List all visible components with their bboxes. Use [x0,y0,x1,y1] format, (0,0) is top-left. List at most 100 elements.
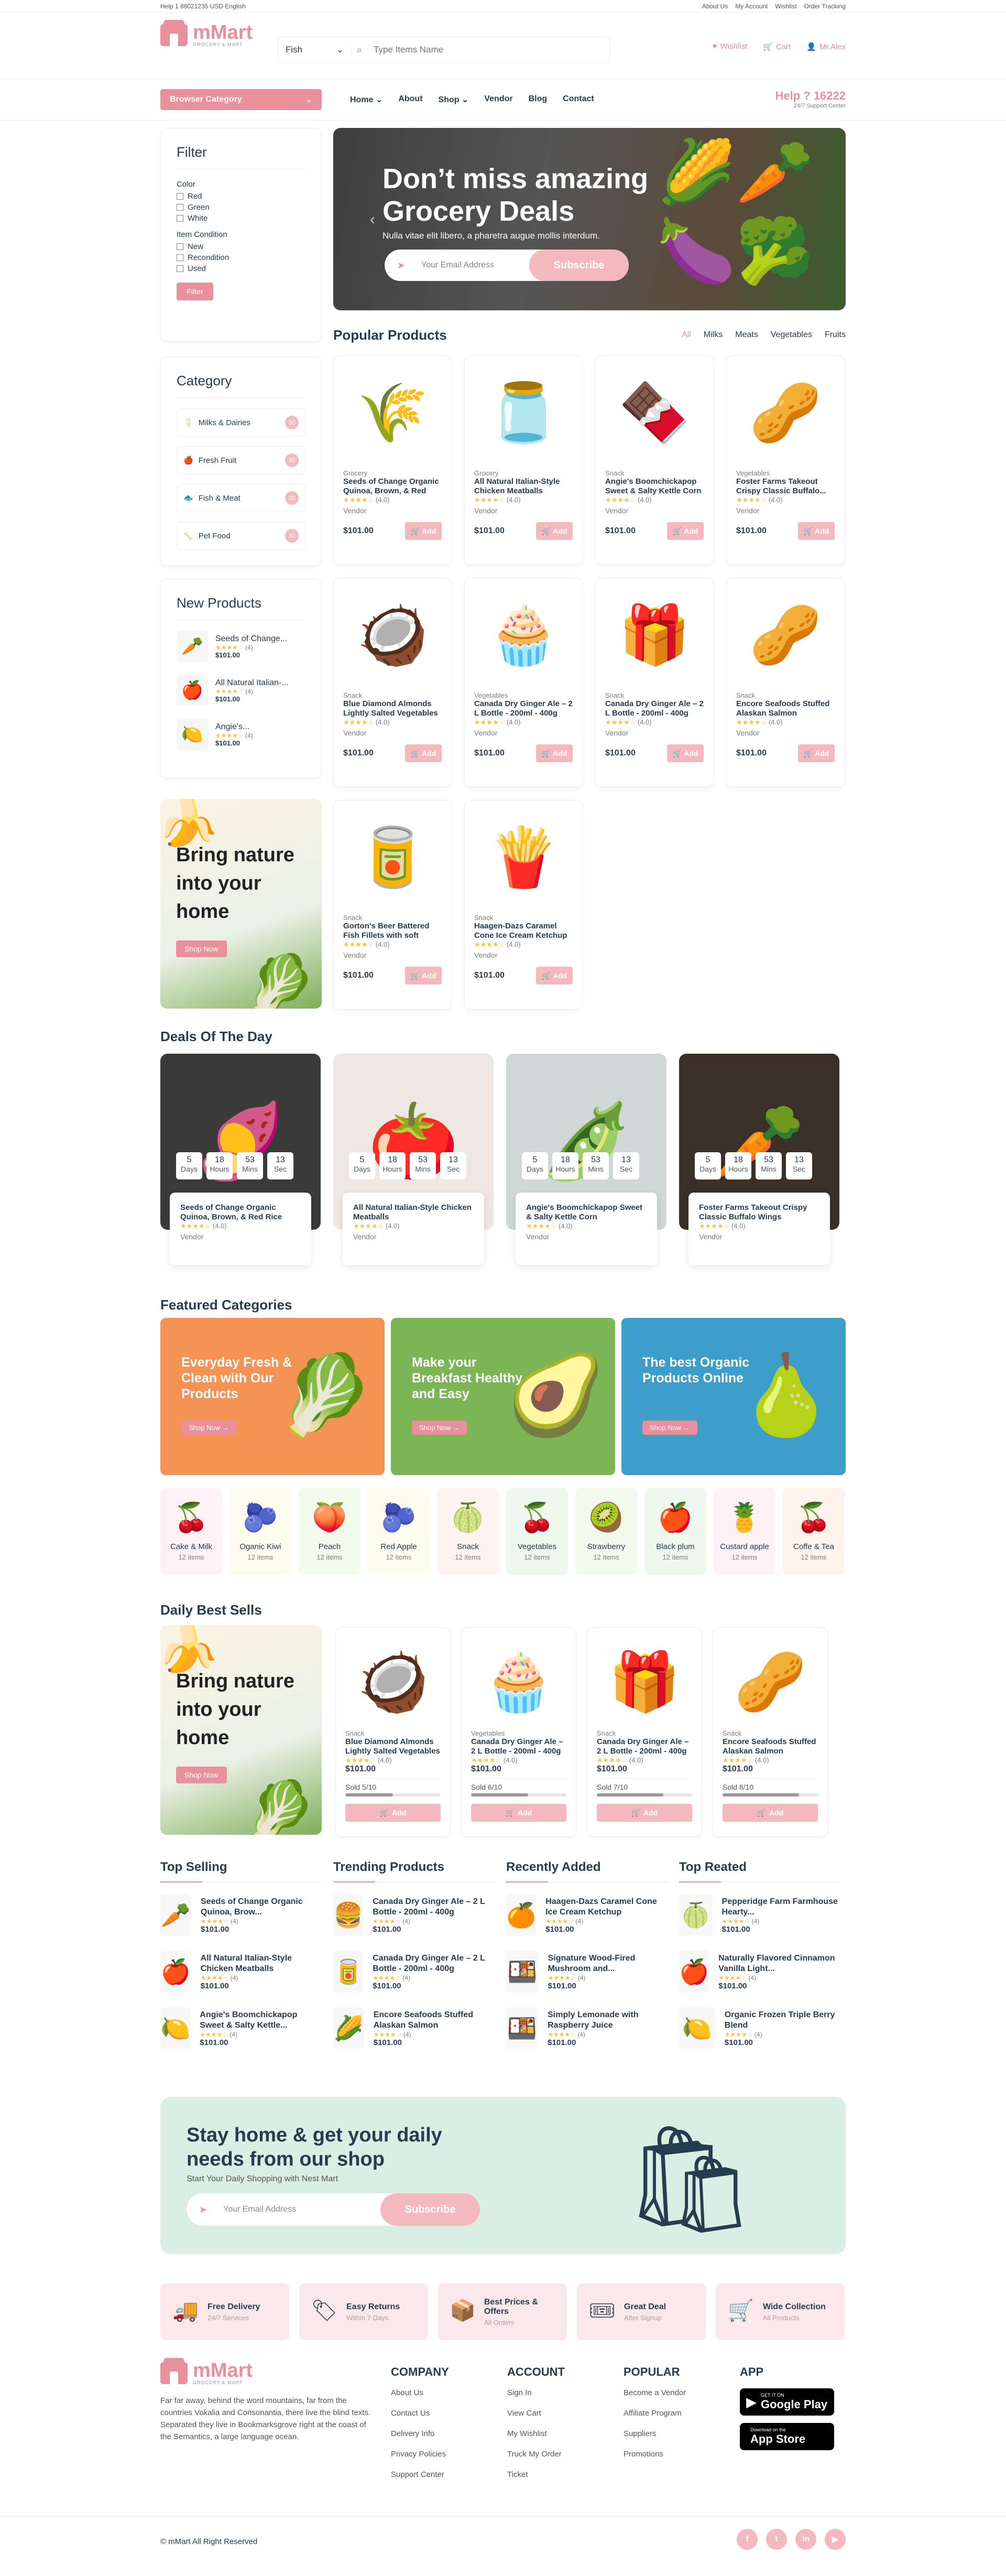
featured-banner[interactable]: 🥑 Make your Breakfast Healthy and Easy Sho… [391,1318,615,1475]
tab-meats[interactable]: Meats [735,330,758,340]
deal-card[interactable]: 🍅 5 Days 18 Hours 53 Mins 13 Sec All Natural Ital… [333,1054,494,1265]
newsletter-subscribe-button[interactable]: Subscribe [380,2193,480,2226]
filter-option[interactable]: Green [177,203,305,212]
category-item[interactable]: 🍎 Fresh Fruit 30 [177,446,305,474]
list-item[interactable]: 🥫 Canada Dry Ginger Ale – 2 L Bottle - 20… [333,1951,496,1993]
product-name[interactable]: Naturally Flavored Cinnamon Vanilla Ligh… [718,1953,841,1974]
product-card[interactable]: 🧁 Vegetables Canada Dry Ginger Ale – 2 L B… [464,578,583,787]
featured-banner[interactable]: 🍐 The best Organic Products Online Shop No… [621,1318,846,1475]
product-name[interactable]: Seeds of Change Organic Quinoa, Brow... [201,1897,323,1918]
category-tile[interactable]: 🍈 Snack 12 items [437,1488,499,1575]
checkbox[interactable] [177,254,183,261]
product-name[interactable]: Blue Diamond Almonds Lightly Salted Vege… [343,699,442,718]
vendor-name[interactable]: Vendor [474,729,573,737]
add-to-cart-button[interactable]: 🛒 Add [536,522,573,540]
category-tile[interactable]: 🍒 Coffe & Tea 12 items [783,1488,845,1575]
best-sell-card[interactable]: 🎁 Snack Canada Dry Ginger Ale – 2 L Bottle… [587,1627,702,1837]
add-to-cart-button[interactable]: 🛒 Add [723,1804,818,1822]
product-card[interactable]: 🌾 Grocery Seeds of Change Organic Quinoa, … [333,355,452,565]
product-name[interactable]: Simply Lemonade with Raspberry Juice [548,2010,669,2031]
tab-fruits[interactable]: Fruits [825,330,846,340]
newsletter-email-input[interactable]: Your Email Address [187,2205,380,2214]
product-card[interactable]: 🥜 Vegetables Foster Farms Takeout Crispy C… [726,355,845,565]
filter-option[interactable]: Used [177,264,305,273]
vendor-name[interactable]: Vendor [343,506,442,515]
wishlist-link[interactable]: ♥ Wishlist [713,42,748,51]
nav-about[interactable]: About [398,94,422,105]
nav-shop[interactable]: Shop ⌄ [439,94,469,105]
category-tile[interactable]: 🍒 Cake & Milk 12 items [160,1488,222,1575]
footer-link[interactable]: Delivery Info [391,2429,449,2438]
vendor-name[interactable]: Vendor [474,506,573,515]
add-to-cart-button[interactable]: 🛒 Add [536,967,573,984]
list-item[interactable]: 🍋 Organic Frozen Triple Berry Blend ★★★★☆ … [679,2007,841,2049]
product-name[interactable]: Signature Wood-Fired Mushroom and... [548,1953,669,1974]
filter-option[interactable]: New [177,242,305,251]
product-name[interactable]: Canada Dry Ginger Ale – 2 L Bottle - 200… [605,699,704,718]
list-item[interactable]: 🍱 Simply Lemonade with Raspberry Juice ★★★… [506,2007,669,2049]
best-sell-card[interactable]: 🥜 Snack Encore Seafoods Stuffed Alaskan Sa… [713,1627,828,1837]
list-item[interactable]: 🍊 Haagen-Dazs Caramel Cone Ice Cream Ketc… [506,1894,669,1936]
category-tile[interactable]: 🍎 Black plum 12 items [644,1488,706,1575]
vendor-name[interactable]: Vendor [526,1232,647,1241]
search-category-select[interactable]: Fish ⌄ [278,45,352,55]
hero-email-input[interactable]: Your Email Address [385,261,529,270]
category-tile[interactable]: 🍑 Peach 12 items [299,1488,360,1575]
shop-now-button[interactable]: Shop Now → [642,1421,697,1435]
twitter-icon[interactable]: t [766,2529,787,2550]
checkbox[interactable] [177,265,183,272]
tab-milks[interactable]: Milks [704,330,723,340]
daily-side-banner[interactable]: 🍌 Bring nature into your home Shop Now 🥬 [160,1625,322,1835]
featured-banner[interactable]: 🥬 Everyday Fresh & Clean with Our Product… [160,1318,385,1475]
vendor-name[interactable]: Vendor [736,729,835,737]
product-name[interactable]: Angie's Boomchickapop Sweet & Salty Kett… [200,2010,323,2031]
footer-link[interactable]: Suppliers [624,2429,686,2438]
product-name[interactable]: Encore Seafoods Stuffed Alaskan Salmon [723,1737,818,1756]
search-input[interactable] [368,45,609,55]
footer-link[interactable]: Support Center [391,2470,449,2479]
footer-link[interactable]: About Us [391,2388,449,2397]
add-to-cart-button[interactable]: 🛒 Add [345,1804,441,1822]
product-name[interactable]: Haagen-Dazs Caramel Cone Ice Cream Ketch… [545,1897,669,1918]
list-item[interactable]: 🍋 Angie's Boomchickapop Sweet & Salty Ket… [160,2007,323,2049]
list-item[interactable]: 🍔 Canada Dry Ginger Ale – 2 L Bottle - 20… [333,1894,496,1936]
vendor-name[interactable]: Vendor [343,729,442,737]
deal-name[interactable]: All Natural Italian-Style Chicken Meatba… [353,1203,474,1222]
product-name[interactable]: Angie's Boomchickapop Sweet & Salty Kett… [605,477,704,496]
footer-link[interactable]: Promotions [624,2450,686,2459]
footer-link[interactable]: Become a Vendor [624,2388,686,2397]
list-item[interactable]: 🌽 Encore Seafoods Stuffed Alaskan Salmon ★… [333,2007,496,2049]
add-to-cart-button[interactable]: 🛒 Add [798,522,835,540]
tab-vegetables[interactable]: Vegetables [771,330,812,340]
add-to-cart-button[interactable]: 🛒 Add [667,744,704,762]
footer-link[interactable]: Sign In [507,2388,565,2397]
product-name[interactable]: Foster Farms Takeout Crispy Classic Buff… [736,477,835,496]
vendor-name[interactable]: Vendor [343,951,442,959]
vendor-name[interactable]: Vendor [353,1232,474,1241]
top-link-about[interactable]: About Us [702,3,728,10]
footer-link[interactable]: My Wishlist [507,2429,565,2438]
product-name[interactable]: Canada Dry Ginger Ale – 2 L Bottle - 200… [373,1953,496,1974]
product-card[interactable]: 🎁 Snack Canada Dry Ginger Ale – 2 L Bottle… [595,578,714,787]
list-item[interactable]: 🍎 Naturally Flavored Cinnamon Vanilla Lig… [679,1951,841,1993]
youtube-icon[interactable]: ▶ [825,2529,846,2550]
category-tile[interactable]: 🍍 Custard apple 12 items [714,1488,775,1575]
product-name[interactable]: Organic Frozen Triple Berry Blend [725,2010,841,2031]
category-tile[interactable]: 🫐 Red Apple 12 items [368,1488,430,1575]
new-product-item[interactable]: 🥕 Seeds of Change... ★★★★☆ (4) $101.00 [177,631,305,662]
add-to-cart-button[interactable]: 🛒 Add [405,744,442,762]
shop-now-button[interactable]: Shop Now [176,940,227,957]
category-tile[interactable]: 🍒 Vegetables 12 items [506,1488,568,1575]
vendor-name[interactable]: Vendor [605,729,704,737]
product-card[interactable]: 🍫 Snack Angie's Boomchickapop Sweet & Salt… [595,355,714,565]
deal-card[interactable]: 🥕 5 Days 18 Hours 53 Mins 13 Sec Foster Farms Tak… [679,1054,839,1265]
filter-option[interactable]: White [177,214,305,223]
add-to-cart-button[interactable]: 🛒 Add [405,967,442,984]
top-link-wishlist[interactable]: Wishlist [775,3,796,10]
category-item[interactable]: 🦴 Pet Food 30 [177,522,305,550]
new-product-item[interactable]: 🍋 Angie's... ★★★★☆ (4) $101.00 [177,719,305,750]
product-name[interactable]: Haagen-Dazs Caramel Cone Ice Cream Ketch… [474,922,573,940]
product-name[interactable]: Gorton's Beer Battered Fish Fillets with… [343,922,442,940]
vendor-name[interactable]: Vendor [699,1232,819,1241]
account-link[interactable]: 👤 Mr.Alex [806,42,846,51]
